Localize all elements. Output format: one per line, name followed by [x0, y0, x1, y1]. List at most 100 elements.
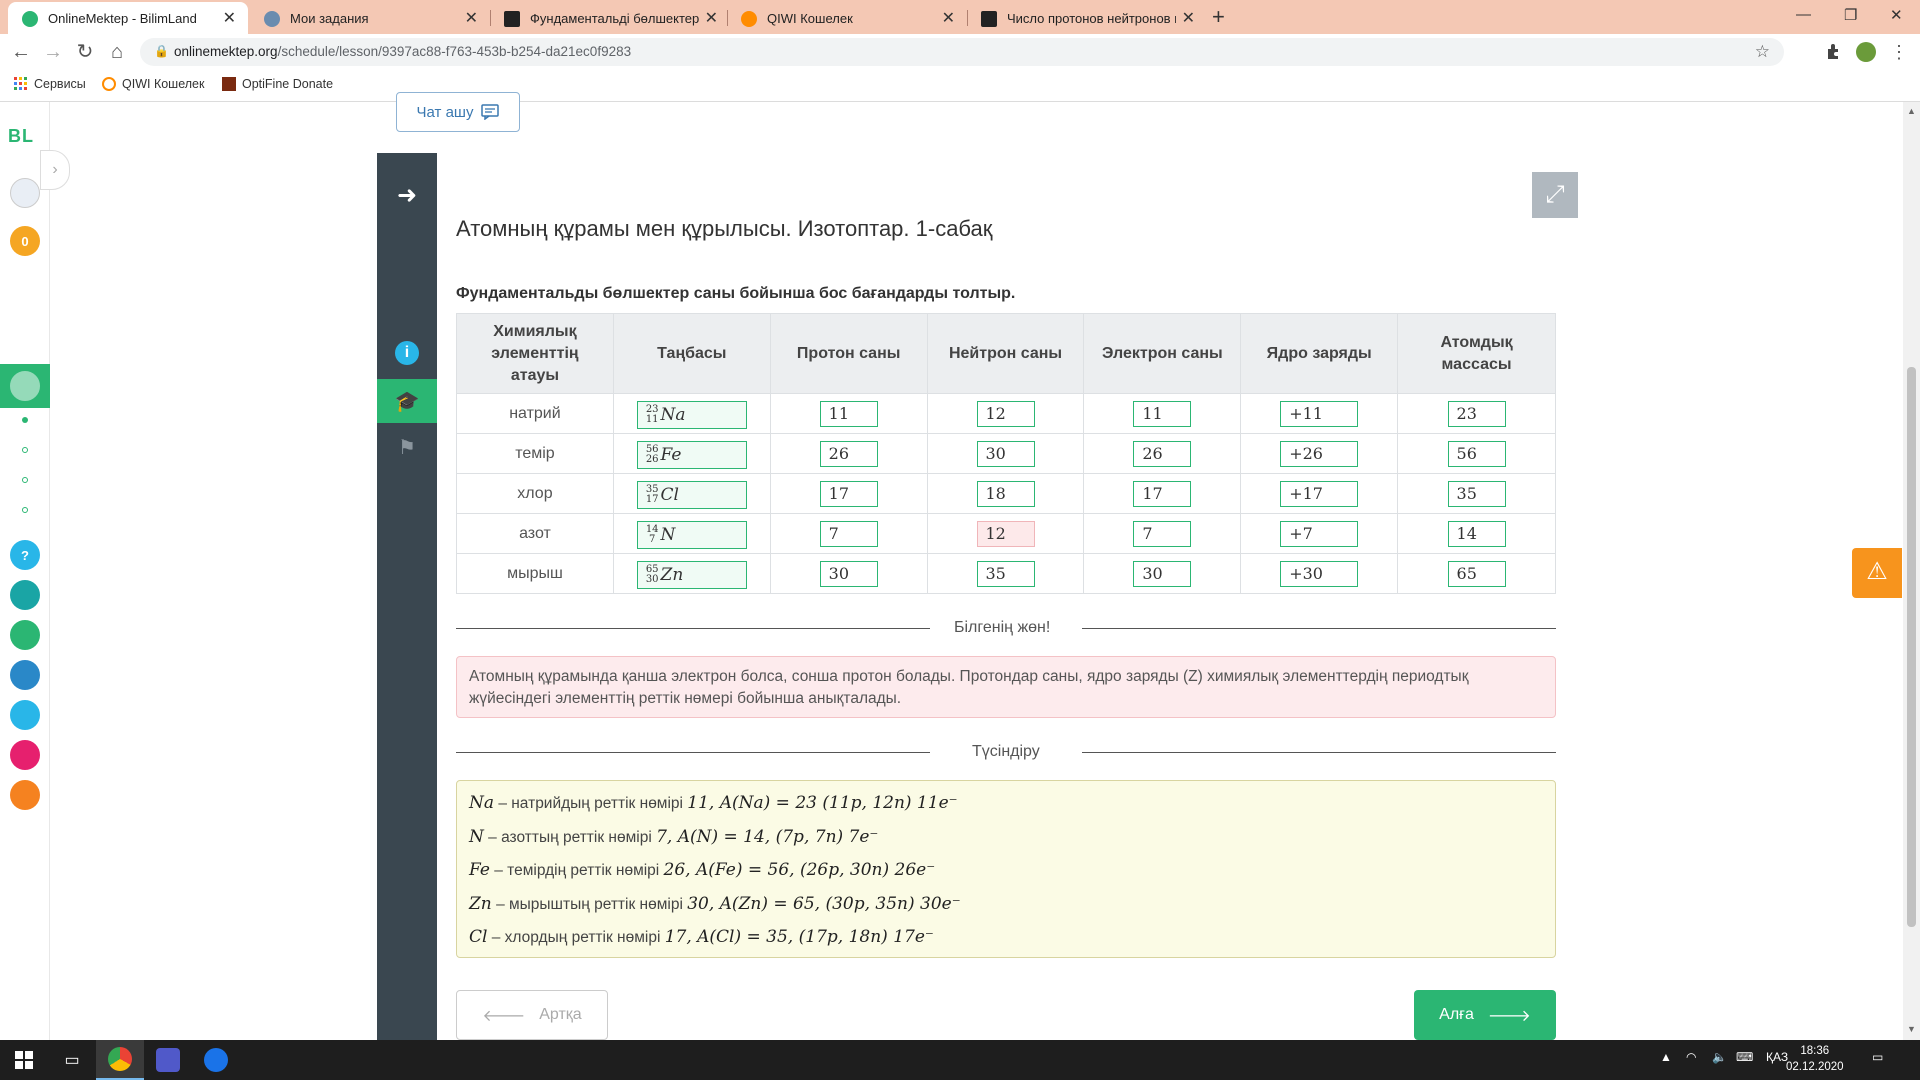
neutrons-input[interactable]: 30	[976, 440, 1035, 467]
charge-input[interactable]: +17	[1280, 480, 1359, 507]
protons-input[interactable]: 26	[819, 440, 878, 467]
reload-icon[interactable]: ↻	[72, 39, 98, 65]
nav-dot-active[interactable]	[22, 417, 28, 423]
symbol-input[interactable]: 14 7 N	[636, 520, 747, 549]
tab-my-tasks[interactable]: Мои задания ✕	[250, 2, 490, 34]
bookmark-qiwi[interactable]: QIWI Кошелек	[102, 77, 204, 91]
windows-start-icon[interactable]	[0, 1040, 48, 1080]
mass-input[interactable]: 56	[1447, 440, 1506, 467]
profile-avatar-icon[interactable]	[1856, 42, 1876, 62]
bookmark-optifine[interactable]: OptiFine Donate	[222, 77, 333, 91]
home-icon[interactable]: ⌂	[104, 39, 130, 65]
notifications-icon[interactable]: ▭	[1872, 1050, 1883, 1064]
page-scrollbar[interactable]: ▲ ▼	[1903, 102, 1920, 1040]
keyboard-icon[interactable]: ⌨	[1736, 1050, 1753, 1064]
electrons-input[interactable]: 26	[1133, 440, 1192, 467]
scroll-up-icon[interactable]: ▲	[1907, 106, 1916, 116]
electrons-input[interactable]: 7	[1133, 520, 1192, 547]
tray-chevron-icon[interactable]: ▲	[1660, 1050, 1672, 1064]
mass-input[interactable]: 23	[1447, 400, 1506, 427]
protons-input[interactable]: 7	[819, 520, 878, 547]
mass-input[interactable]: 35	[1447, 480, 1506, 507]
mass-number: 23	[645, 403, 659, 415]
neutrons-input-incorrect[interactable]: 12	[976, 520, 1035, 547]
flag-icon[interactable]: ⚑	[377, 425, 437, 469]
menu-kebab-icon[interactable]: ⋮	[1886, 39, 1912, 65]
next-button[interactable]: Алға 🡒	[1414, 990, 1556, 1040]
nav-dot[interactable]	[22, 447, 28, 453]
charge-input[interactable]: +7	[1280, 520, 1359, 547]
explanation-formula: 17, A(Cl) = 35, (17p, 18n) 17e⁻	[664, 927, 934, 947]
tab-protons-neutrons[interactable]: Число протонов нейтронов и эл ✕	[967, 2, 1207, 34]
close-icon[interactable]: ✕	[1182, 8, 1195, 28]
electrons-input[interactable]: 30	[1133, 560, 1192, 587]
protons-cell: 26	[769, 433, 928, 474]
bookmark-services[interactable]: Сервисы	[14, 77, 86, 91]
charge-input[interactable]: +30	[1280, 560, 1359, 587]
arrow-right-icon[interactable]: ➜	[377, 173, 437, 217]
bilimland-logo[interactable]: BL	[8, 126, 34, 147]
close-icon[interactable]: ✕	[465, 8, 478, 28]
back-button[interactable]: 🡐 Артқа	[456, 990, 608, 1040]
coin-badge[interactable]: 0	[10, 226, 40, 256]
maximize-icon[interactable]: ❐	[1844, 6, 1857, 24]
system-clock[interactable]: 18:36 02.12.2020	[1786, 1043, 1844, 1075]
task-view-icon[interactable]: ▭	[48, 1040, 96, 1080]
bilimland-app-icon[interactable]	[10, 580, 40, 610]
bilimland-books-icon[interactable]	[10, 660, 40, 690]
graduation-cap-icon[interactable]: 🎓	[377, 379, 437, 423]
neutrons-input[interactable]: 12	[976, 400, 1035, 427]
network-icon[interactable]: ◠	[1686, 1050, 1696, 1064]
forward-arrow-icon[interactable]: →	[40, 39, 66, 65]
symbol-input[interactable]: 56 26 Fe	[636, 440, 747, 469]
new-tab-button[interactable]: +	[1212, 4, 1225, 30]
symbol-input[interactable]: 23 11 Na	[636, 400, 747, 429]
warning-report-icon[interactable]: ⚠	[1852, 548, 1902, 598]
close-icon[interactable]: ✕	[223, 8, 236, 28]
browser-taskbar-icon[interactable]	[192, 1040, 240, 1080]
address-bar[interactable]: 🔒 onlinemektep.org/schedule/lesson/9397a…	[140, 38, 1784, 66]
protons-input[interactable]: 17	[819, 480, 878, 507]
rail-collapse-chevron-icon[interactable]: ›	[40, 150, 70, 190]
bookmark-star-icon[interactable]: ☆	[1755, 42, 1770, 62]
language-indicator[interactable]: ҚАЗ	[1766, 1050, 1788, 1064]
neutrons-input[interactable]: 35	[976, 560, 1035, 587]
electrons-input[interactable]: 11	[1133, 400, 1192, 427]
protons-input[interactable]: 11	[819, 400, 878, 427]
fullscreen-expand-icon[interactable]: ⤢	[1532, 172, 1578, 218]
symbol-input[interactable]: 35 17 Cl	[636, 480, 747, 509]
imektep-icon[interactable]	[10, 780, 40, 810]
mass-input[interactable]: 14	[1447, 520, 1506, 547]
neutrons-input[interactable]: 18	[976, 480, 1035, 507]
close-icon[interactable]: ✕	[705, 8, 718, 28]
open-chat-button[interactable]: Чат ашу	[396, 92, 520, 132]
nav-dot[interactable]	[22, 507, 28, 513]
volume-icon[interactable]: 🔈	[1712, 1050, 1727, 1064]
bilimland-tv-icon[interactable]	[10, 620, 40, 650]
close-icon[interactable]: ✕	[942, 8, 955, 28]
tab-qiwi[interactable]: QIWI Кошелек ✕	[727, 2, 967, 34]
info-icon[interactable]: i	[377, 331, 437, 375]
teams-taskbar-icon[interactable]	[144, 1040, 192, 1080]
symbol-input[interactable]: 65 30 Zn	[636, 560, 747, 589]
tab-fundamental-particles[interactable]: Фундаментальді бөлшектер сан ✕	[490, 2, 730, 34]
charge-input[interactable]: +26	[1280, 440, 1359, 467]
scroll-down-icon[interactable]: ▼	[1907, 1024, 1916, 1034]
help-icon[interactable]: ?	[10, 540, 40, 570]
mass-input[interactable]: 65	[1447, 560, 1506, 587]
nav-dot[interactable]	[22, 477, 28, 483]
close-window-icon[interactable]: ✕	[1890, 6, 1903, 24]
charge-input[interactable]: +11	[1280, 400, 1359, 427]
twig-icon[interactable]	[10, 740, 40, 770]
electrons-input[interactable]: 17	[1133, 480, 1192, 507]
back-arrow-icon[interactable]: ←	[8, 39, 34, 65]
minimize-icon[interactable]: —	[1796, 6, 1811, 23]
atomic-number: 11	[645, 413, 659, 425]
chrome-taskbar-icon[interactable]	[96, 1040, 144, 1080]
test-app-icon[interactable]	[10, 700, 40, 730]
protons-input[interactable]: 30	[819, 560, 878, 587]
scrollbar-thumb[interactable]	[1907, 367, 1916, 927]
extensions-puzzle-icon[interactable]	[1824, 42, 1844, 62]
tab-onlinemektep[interactable]: OnlineMektep - BilimLand ✕	[8, 2, 248, 34]
user-avatar-icon[interactable]	[10, 178, 40, 208]
